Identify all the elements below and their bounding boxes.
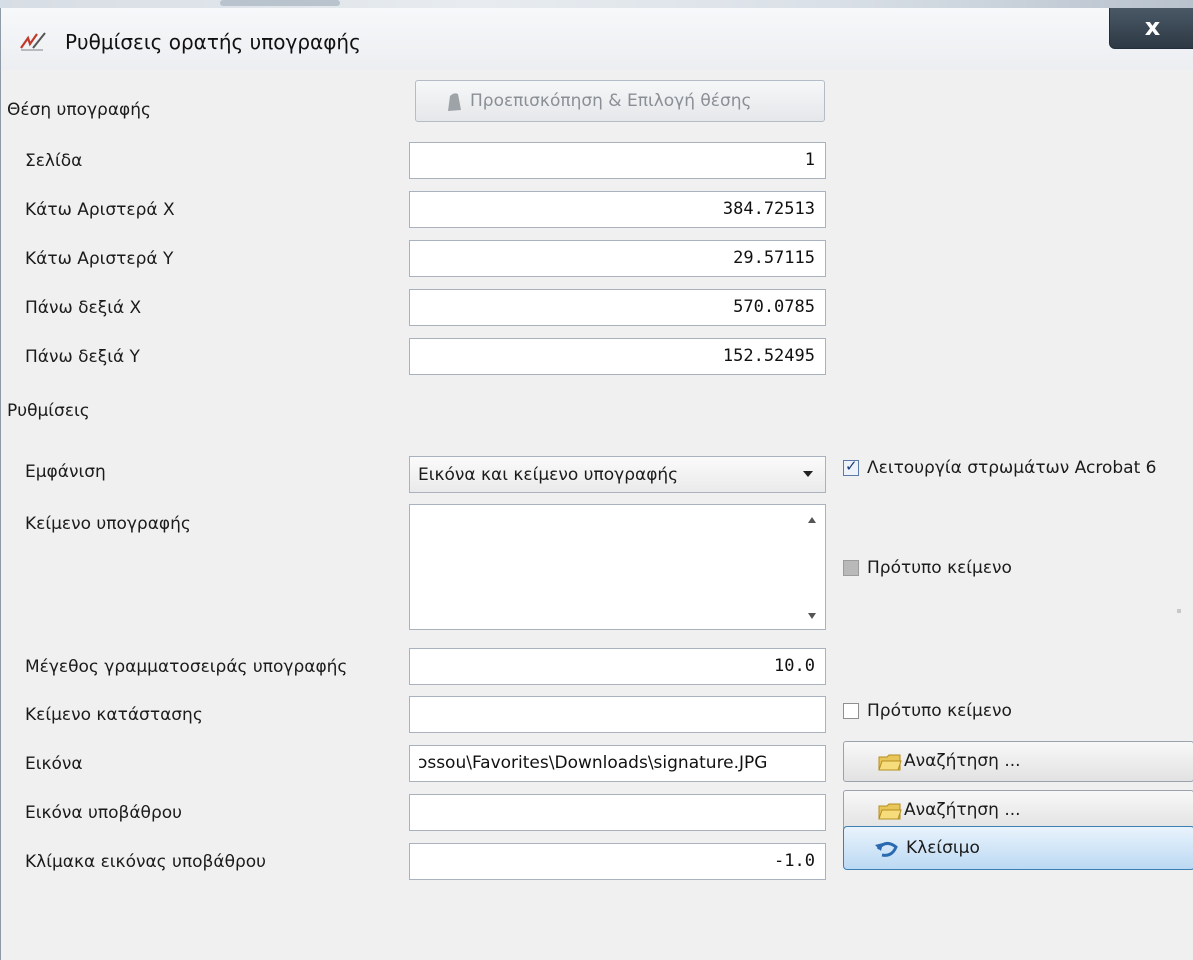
lower-left-y-input[interactable]: 29.57115	[409, 240, 826, 277]
appearance-dropdown[interactable]: Εικόνα και κείμενο υπογραφής	[409, 456, 826, 493]
appearance-selected: Εικόνα και κείμενο υπογραφής	[418, 465, 679, 485]
template-text-label-2: Πρότυπο κείμενο	[867, 701, 1012, 721]
signature-pen-icon	[20, 32, 46, 51]
position-section-label: Θέση υπογραφής	[7, 100, 152, 120]
template-text-label-1: Πρότυπο κείμενο	[867, 558, 1012, 578]
signature-text-label: Κείμενο υπογραφής	[25, 514, 191, 534]
background-decoration	[220, 0, 340, 6]
background-scale-input[interactable]: -1.0	[409, 843, 826, 880]
browse-background-label: Αναζήτηση ...	[904, 800, 1021, 820]
lower-left-x-label: Κάτω Αριστερά X	[25, 200, 175, 220]
browse-background-button[interactable]: Αναζήτηση ...	[843, 790, 1193, 831]
settings-section-label: Ρυθμίσεις	[7, 401, 90, 421]
preview-page-icon	[448, 93, 461, 111]
lower-left-y-label: Κάτω Αριστερά Y	[25, 249, 174, 269]
close-dialog-button[interactable]: Κλείσιμο	[843, 826, 1193, 870]
grip-dot	[1177, 609, 1181, 613]
window-close-button[interactable]: x	[1109, 8, 1193, 49]
folder-icon	[878, 803, 902, 820]
background-image-input[interactable]	[409, 794, 826, 831]
acrobat-layers-checkbox[interactable]	[843, 457, 859, 476]
template-text-checkbox-1[interactable]	[843, 560, 859, 576]
upper-right-y-input[interactable]: 152.52495	[409, 338, 826, 375]
chevron-down-icon	[803, 471, 813, 477]
template-text-checkbox-2[interactable]	[843, 703, 859, 719]
page-input[interactable]: 1	[409, 142, 826, 179]
signature-settings-dialog: Ρυθμίσεις ορατής υπογραφής x Θέση υπογρα…	[0, 8, 1193, 960]
font-size-input[interactable]: 10.0	[409, 648, 826, 685]
background-image-label: Εικόνα υποβάθρου	[25, 803, 182, 823]
undo-arrow-icon	[875, 842, 898, 857]
image-path-input[interactable]: ɔssou\Favorites\Downloads\signature.JPG	[409, 745, 826, 782]
preview-select-position-button[interactable]: Προεπισκόπηση & Επιλογή θέσης	[415, 80, 825, 122]
status-text-label: Κείμενο κατάστασης	[25, 705, 203, 725]
upper-right-x-input[interactable]: 570.0785	[409, 289, 826, 326]
status-text-input[interactable]	[409, 696, 826, 733]
browse-image-label: Αναζήτηση ...	[904, 751, 1021, 771]
lower-left-x-input[interactable]: 384.72513	[409, 191, 826, 228]
browse-image-button[interactable]: Αναζήτηση ...	[843, 741, 1193, 782]
page-label: Σελίδα	[25, 151, 83, 171]
upper-right-x-label: Πάνω δεξιά X	[25, 298, 142, 318]
image-label: Εικόνα	[25, 754, 83, 774]
appearance-label: Εμφάνιση	[25, 462, 106, 482]
scroll-down-icon[interactable]	[808, 613, 816, 619]
font-size-label: Μέγεθος γραμματοσειράς υπογραφής	[25, 657, 348, 677]
title-bar: Ρυθμίσεις ορατής υπογραφής x	[1, 8, 1193, 70]
acrobat-layers-label: Λειτουργία στρωμάτων Acrobat 6	[867, 458, 1157, 478]
background-scale-label: Κλίμακα εικόνας υποβάθρου	[25, 852, 267, 872]
folder-icon	[878, 754, 902, 771]
upper-right-y-label: Πάνω δεξιά Y	[25, 347, 140, 367]
close-dialog-label: Κλείσιμο	[906, 838, 980, 858]
signature-text-area[interactable]	[409, 504, 826, 630]
window-title: Ρυθμίσεις ορατής υπογραφής	[65, 30, 361, 54]
preview-button-label: Προεπισκόπηση & Επιλογή θέσης	[470, 91, 752, 111]
scroll-up-icon[interactable]	[808, 517, 816, 523]
